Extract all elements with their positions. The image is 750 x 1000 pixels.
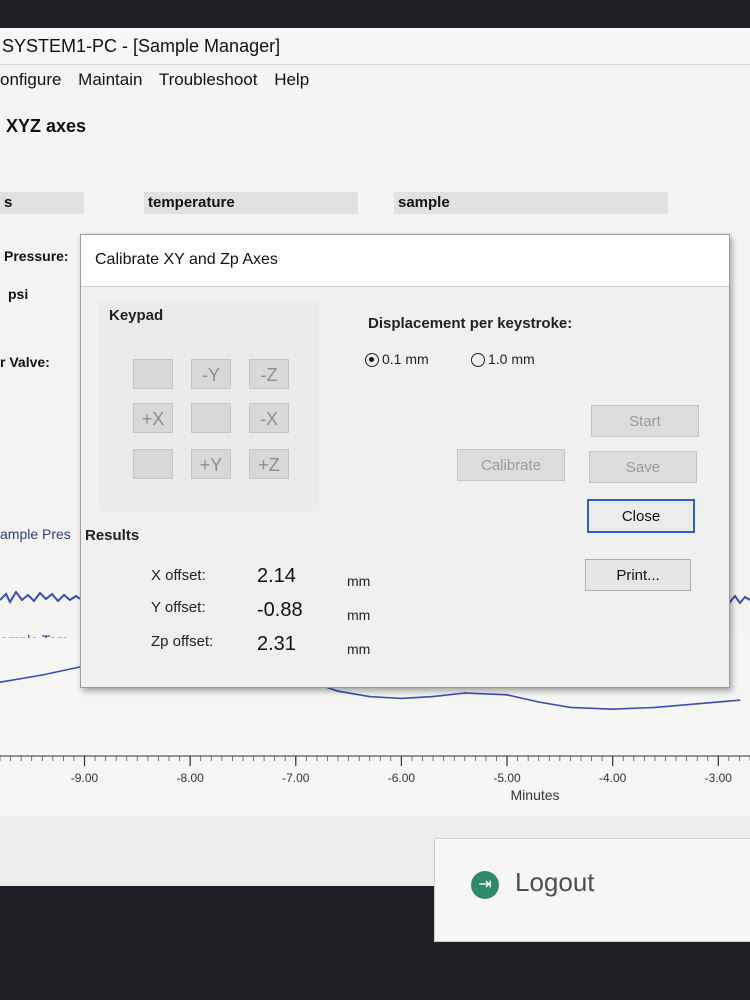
x-tick-label: -8.00: [176, 771, 204, 785]
column-header-temperature: temperature: [144, 192, 358, 214]
close-button[interactable]: Close: [587, 499, 695, 533]
x-offset-unit: mm: [347, 573, 371, 589]
temperature-data-point: [368, 695, 371, 698]
calibrate-button[interactable]: Calibrate: [457, 449, 565, 481]
temperature-data-point: [738, 699, 741, 702]
keypad-blank-center: [191, 403, 231, 433]
column-header-status: s: [0, 192, 84, 214]
radio-0-1mm-label: 0.1 mm: [382, 351, 429, 367]
zp-offset-value: 2.31: [257, 633, 296, 655]
menu-maintain[interactable]: Maintain: [78, 70, 142, 89]
print-button[interactable]: Print...: [585, 559, 691, 591]
temperature-data-point: [337, 690, 339, 693]
radio-selected-icon: [365, 353, 379, 367]
x-offset-value: 2.14: [257, 565, 296, 587]
temperature-data-point: [696, 702, 699, 705]
dialog-title: Calibrate XY and Zp Axes: [81, 235, 729, 287]
keypad-minus-y-button[interactable]: -Y: [191, 359, 231, 389]
temperature-data-point: [506, 693, 508, 696]
radio-1-0mm-label: 1.0 mm: [488, 351, 535, 367]
valve-label: r Valve:: [0, 354, 50, 370]
temperature-data-point: [569, 706, 572, 709]
radio-unselected-icon: [471, 353, 485, 367]
x-tick-label: -5.00: [493, 771, 521, 785]
x-axis-title: Minutes: [511, 787, 560, 803]
keypad-blank-top-left: [133, 359, 173, 389]
x-tick-label: -3.00: [705, 771, 733, 785]
displacement-label: Displacement per keystroke:: [368, 315, 573, 332]
temperature-data-point: [463, 692, 466, 694]
temperature-data-point: [537, 701, 540, 703]
sample-pressure-label: ample Pres: [0, 526, 71, 542]
radio-1-0mm[interactable]: 1.0 mm: [471, 351, 535, 367]
page-heading: XYZ axes: [6, 116, 87, 136]
x-tick-label: -9.00: [71, 771, 99, 785]
menu-configure[interactable]: onfigure: [0, 70, 61, 89]
menu-help[interactable]: Help: [274, 70, 309, 89]
x-tick-label: -7.00: [282, 771, 310, 785]
temperature-data-point: [654, 706, 656, 709]
keypad-plus-y-button[interactable]: +Y: [191, 449, 231, 479]
pressure-mini-trace-left: [0, 590, 80, 605]
keypad-label: Keypad: [109, 307, 164, 324]
keypad-plus-z-button[interactable]: +Z: [249, 449, 289, 479]
x-tick-label: -6.00: [388, 771, 416, 785]
temperature-data-point: [400, 697, 403, 700]
zp-offset-label: Zp offset:: [151, 633, 214, 650]
y-offset-value: -0.88: [257, 599, 303, 621]
window-title: SYSTEM1-PC - [Sample Manager]: [0, 28, 750, 65]
psi-label: psi: [8, 286, 29, 302]
calibrate-dialog: Calibrate XY and Zp Axes Keypad -Y -Z +X…: [80, 234, 730, 688]
keypad-blank-bottom-left: [133, 449, 173, 479]
results-label: Results: [85, 527, 140, 544]
logout-label: Logout: [515, 867, 595, 897]
keypad-minus-z-button[interactable]: -Z: [249, 359, 289, 389]
pressure-label: Pressure:: [4, 248, 69, 264]
logout-icon: ⇥: [471, 871, 499, 899]
keypad-minus-x-button[interactable]: -X: [249, 403, 289, 433]
logout-button[interactable]: ⇥ Logout: [434, 838, 750, 942]
y-offset-label: Y offset:: [151, 599, 206, 616]
temperature-data-point: [611, 708, 614, 711]
x-tick-label: -4.00: [599, 771, 627, 785]
temperature-data-point: [41, 674, 44, 676]
y-offset-unit: mm: [347, 607, 371, 623]
save-button[interactable]: Save: [589, 451, 697, 483]
screen: SYSTEM1-PC - [Sample Manager] onfigure M…: [0, 28, 750, 886]
menu-troubleshoot[interactable]: Troubleshoot: [159, 70, 258, 89]
column-header-sample: sample: [394, 192, 668, 214]
keypad-plus-x-button[interactable]: +X: [133, 403, 173, 433]
menu-bar: onfigure Maintain Troubleshoot Help: [0, 70, 321, 100]
radio-0-1mm[interactable]: 0.1 mm: [365, 351, 429, 367]
start-button[interactable]: Start: [591, 405, 699, 437]
x-offset-label: X offset:: [151, 567, 206, 584]
temperature-data-point: [432, 695, 434, 698]
zp-offset-unit: mm: [347, 641, 371, 657]
